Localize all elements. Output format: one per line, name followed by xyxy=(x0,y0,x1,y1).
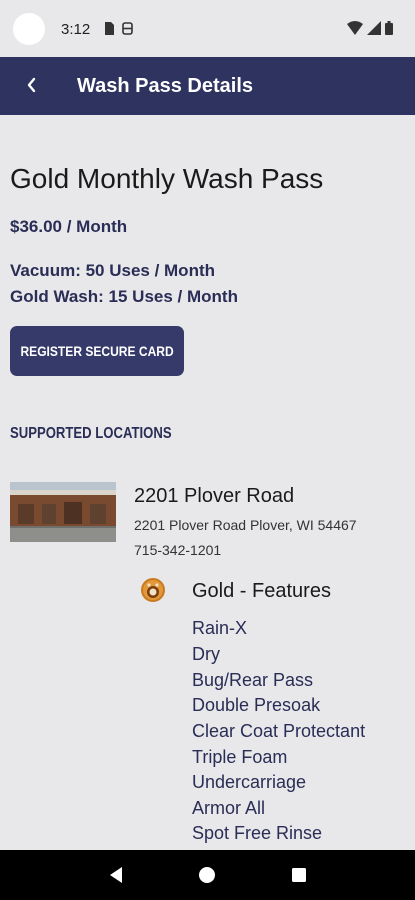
wifi-icon xyxy=(347,21,363,35)
register-button-label: REGISTER SECURE CARD xyxy=(20,343,174,359)
feature-item: Double Presoak xyxy=(192,695,321,715)
camera-cutout xyxy=(13,13,45,45)
sim-card-icon xyxy=(105,22,114,35)
nav-back-button[interactable] xyxy=(101,860,131,890)
back-button[interactable] xyxy=(18,71,46,99)
feature-item: Bug/Rear Pass xyxy=(192,670,314,690)
feature-item: Undercarriage xyxy=(192,772,307,792)
usage-vacuum: Vacuum: 50 Uses / Month xyxy=(10,261,215,280)
system-nav-bar xyxy=(0,850,415,900)
page-title: Wash Pass Details xyxy=(77,75,254,97)
status-icons xyxy=(347,21,393,35)
supported-locations-header: SUPPORTED LOCATIONS xyxy=(10,425,172,442)
square-recents-icon xyxy=(292,868,307,882)
location-photo xyxy=(10,482,116,542)
feature-item: Dry xyxy=(192,644,220,664)
signal-icon xyxy=(367,21,381,35)
storage-icon xyxy=(122,22,133,35)
nav-home-button[interactable] xyxy=(192,860,222,890)
feature-item: Armor All xyxy=(192,798,266,818)
pass-title: Gold Monthly Wash Pass xyxy=(10,163,324,194)
gold-badge-icon xyxy=(141,578,165,602)
battery-icon xyxy=(385,21,393,35)
location-name: 2201 Plover Road xyxy=(134,485,295,507)
circle-home-icon xyxy=(199,867,216,883)
feature-item: Triple Foam xyxy=(192,747,288,767)
register-secure-card-button[interactable]: REGISTER SECURE CARD xyxy=(10,326,184,376)
location-address: 2201 Plover Road Plover, WI 54467 xyxy=(134,517,357,533)
pass-price: $36.00 / Month xyxy=(10,217,128,236)
nav-recents-button[interactable] xyxy=(284,860,314,890)
location-phone[interactable]: 715-342-1201 xyxy=(134,542,221,558)
car-wash-building-image xyxy=(10,482,116,542)
usage-gold-wash: Gold Wash: 15 Uses / Month xyxy=(10,287,238,306)
chevron-left-icon xyxy=(27,77,36,93)
status-bar: 3:12 xyxy=(0,0,415,57)
feature-item: Rain-X xyxy=(192,618,248,638)
triangle-back-icon xyxy=(109,867,122,883)
feature-item: Clear Coat Protectant xyxy=(192,721,366,741)
features-title: Gold - Features xyxy=(192,580,331,602)
feature-item: Spot Free Rinse xyxy=(192,823,323,843)
app-bar: Wash Pass Details xyxy=(0,57,415,115)
status-time: 3:12 xyxy=(61,21,91,38)
